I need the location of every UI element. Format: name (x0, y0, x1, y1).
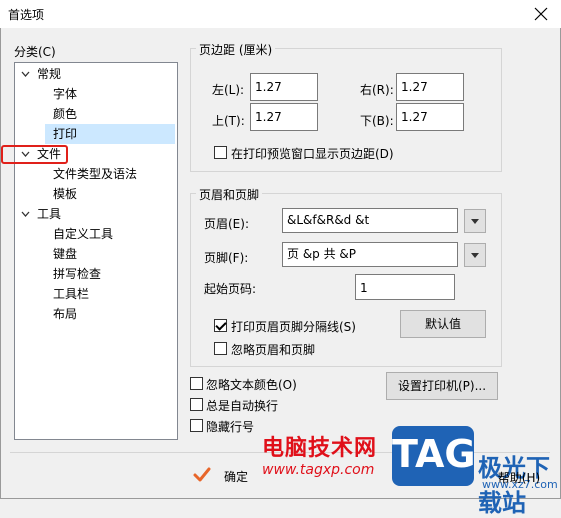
tree-item-label: 文件类型及语法 (53, 167, 138, 181)
ok-button[interactable]: 确定 (188, 462, 268, 488)
header-dropdown-button[interactable] (464, 209, 486, 233)
margins-title: 页边距 (厘米) (196, 41, 276, 58)
highlight-box (1, 145, 68, 164)
show-margins-in-preview-label: 在打印预览窗口显示页边距(D) (231, 147, 394, 161)
tree-item-3[interactable]: 打印 (45, 124, 175, 144)
tree-item-label: 自定义工具 (53, 227, 114, 241)
tree-item-10[interactable]: 拼写检查 (45, 264, 175, 284)
ignore-header-footer-checkbox[interactable] (214, 342, 227, 355)
right-margin-label: 右(R): (360, 83, 394, 97)
tree-item-label: 常规 (37, 67, 62, 81)
close-button[interactable] (529, 3, 553, 25)
chevron-down-icon[interactable] (21, 70, 30, 79)
tree-item-label: 工具 (37, 207, 62, 221)
tree-item-label: 打印 (53, 127, 78, 141)
print-separator-label: 打印页眉页脚分隔线(S) (231, 320, 356, 334)
show-margins-in-preview-checkbox[interactable] (214, 146, 227, 159)
tree-item-label: 工具栏 (53, 287, 90, 301)
word-wrap-label: 总是自动换行 (206, 399, 279, 413)
window-title: 首选项 (8, 8, 45, 22)
tree-item-label: 字体 (53, 87, 78, 101)
watermark-site-name: 电脑技术网 (262, 436, 378, 461)
start-page-label: 起始页码: (204, 282, 257, 296)
title-bar: 首选项 (0, 0, 561, 28)
help-button-label: 帮助(H) (497, 471, 541, 485)
default-value-button[interactable]: 默认值 (400, 310, 486, 338)
word-wrap-checkbox[interactable] (190, 398, 203, 411)
tree-item-9[interactable]: 键盘 (45, 244, 175, 264)
chevron-down-icon[interactable] (21, 210, 30, 219)
tree-item-6[interactable]: 模板 (45, 184, 175, 204)
help-button[interactable]: 帮助(H) (478, 466, 548, 492)
category-label: 分类(C) (14, 45, 56, 59)
footer-label: 页脚(F): (204, 251, 249, 265)
setup-printer-button[interactable]: 设置打印机(P)... (386, 372, 498, 400)
print-separator-checkbox[interactable] (214, 319, 227, 332)
start-page-input[interactable]: 1 (355, 274, 455, 300)
tree-item-12[interactable]: 布局 (45, 304, 175, 324)
watermark-site-url: www.tagxp.com (262, 462, 375, 478)
ok-button-label: 确定 (224, 470, 249, 484)
hide-line-numbers-label: 隐藏行号 (206, 420, 255, 434)
tree-item-11[interactable]: 工具栏 (45, 284, 175, 304)
header-label: 页眉(E): (204, 217, 249, 231)
left-margin-label: 左(L): (212, 83, 245, 97)
tree-item-2[interactable]: 颜色 (45, 104, 175, 124)
checkmark-icon (193, 467, 211, 482)
tree-item-label: 键盘 (53, 247, 78, 261)
close-icon (534, 7, 548, 21)
footer-dropdown-button[interactable] (464, 243, 486, 267)
left-margin-input[interactable]: 1.27 (250, 73, 318, 101)
tree-item-label: 布局 (53, 307, 78, 321)
category-tree[interactable]: 常规 字体 颜色 打印 文件 文件类型及语法 模板 工具 自定义工具 键盘 拼写检查 工具栏 布局 (14, 62, 178, 440)
tree-item-label: 拼写检查 (53, 267, 102, 281)
right-margin-input[interactable]: 1.27 (396, 73, 464, 101)
hide-line-numbers-checkbox[interactable] (190, 419, 203, 432)
tree-item-5[interactable]: 文件类型及语法 (45, 164, 175, 184)
bottom-margin-input[interactable]: 1.27 (396, 103, 464, 131)
tree-item-label: 颜色 (53, 107, 78, 121)
top-margin-label: 上(T): (212, 114, 245, 128)
watermark-tag-logo: TAG (392, 426, 476, 486)
footer-input[interactable]: 页 &p 共 &P (282, 242, 458, 267)
bottom-margin-label: 下(B): (360, 114, 394, 128)
ignore-header-footer-label: 忽略页眉和页脚 (231, 343, 316, 357)
tree-item-1[interactable]: 字体 (45, 84, 175, 104)
header-input[interactable]: &L&f&R&d &t (282, 208, 458, 233)
watermark-tag-text: TAG (392, 432, 476, 476)
top-margin-input[interactable]: 1.27 (250, 103, 318, 131)
header-footer-title: 页眉和页脚 (196, 186, 263, 203)
tree-group-0[interactable]: 常规 (17, 64, 175, 84)
tree-group-7[interactable]: 工具 (17, 204, 175, 224)
tree-item-label: 模板 (53, 187, 78, 201)
tree-item-8[interactable]: 自定义工具 (45, 224, 175, 244)
ignore-text-color-label: 忽略文本颜色(O) (206, 378, 297, 392)
ignore-text-color-checkbox[interactable] (190, 377, 203, 390)
